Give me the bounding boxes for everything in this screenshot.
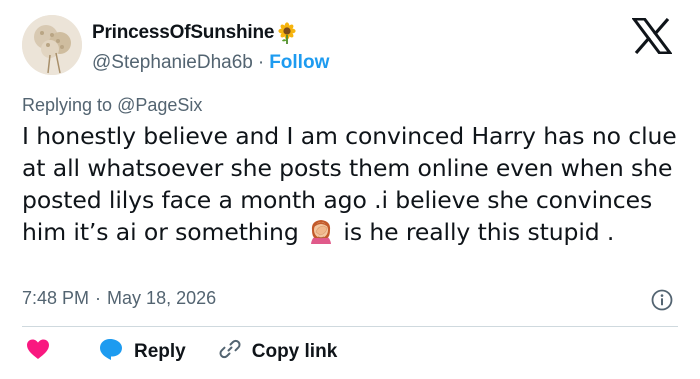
avatar[interactable] — [22, 15, 82, 75]
sunflower-emoji-icon — [276, 22, 298, 44]
replying-to-label: Replying to — [22, 95, 113, 115]
tweet-text-part2: is he really this stupid . — [343, 218, 615, 246]
reply-button[interactable]: Reply — [98, 337, 186, 367]
user-handle[interactable]: @StephanieDha6b — [92, 52, 253, 74]
reply-bubble-icon — [98, 337, 124, 367]
tweet-text: I honestly believe and I am convinced Ha… — [22, 120, 682, 248]
heart-icon — [26, 338, 50, 366]
tweet-time[interactable]: 7:48 PM — [22, 288, 89, 309]
copy-link-label: Copy link — [251, 341, 338, 362]
link-icon — [218, 337, 242, 367]
reply-label: Reply — [134, 341, 186, 362]
separator-dot: · — [257, 52, 265, 73]
replying-to: Replying to @PageSix — [22, 95, 202, 116]
info-icon[interactable] — [651, 289, 673, 311]
action-bar: Reply Copy link — [22, 338, 337, 366]
like-button[interactable] — [26, 338, 50, 366]
divider — [22, 326, 678, 327]
replying-to-mention[interactable]: @PageSix — [117, 95, 202, 115]
display-name-row: PrincessOfSunshine — [92, 20, 329, 46]
facepalm-emoji-icon — [308, 218, 334, 244]
tweet-meta: 7:48 PM · May 18, 2026 — [22, 288, 216, 309]
tweet-card: PrincessOfSunshine @StephanieDha6b · Fol… — [0, 0, 700, 379]
x-logo-icon[interactable] — [632, 18, 672, 54]
follow-button[interactable]: Follow — [269, 52, 329, 74]
tweet-date[interactable]: May 18, 2026 — [107, 288, 216, 309]
copy-link-button[interactable]: Copy link — [218, 337, 338, 367]
author-block: PrincessOfSunshine @StephanieDha6b · Fol… — [92, 20, 329, 74]
display-name[interactable]: PrincessOfSunshine — [92, 22, 274, 44]
meta-separator: · — [95, 288, 102, 308]
handle-row: @StephanieDha6b · Follow — [92, 52, 329, 74]
avatar-image — [22, 15, 82, 75]
